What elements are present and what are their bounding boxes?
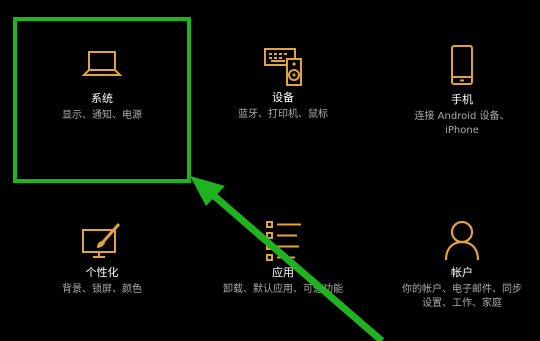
tile-personalization[interactable]: 个性化 背景、锁屏、颜色	[22, 222, 182, 297]
tile-description: 卸载、默认应用、可选功能	[223, 284, 343, 295]
tile-system[interactable]: 系统 显示、通知、电源	[22, 48, 182, 123]
tile-phone[interactable]: 手机 连接 Android 设备、 iPhone	[382, 45, 540, 138]
tile-devices[interactable]: 设备 蓝牙、打印机、鼠标	[203, 45, 363, 122]
tile-apps[interactable]: 应用 卸载、默认应用、可选功能	[203, 218, 363, 297]
apps-list-icon	[266, 221, 301, 261]
laptop-icon	[81, 51, 123, 76]
tile-description: 显示、通知、电源	[62, 110, 142, 121]
tile-description: 背景、锁屏、颜色	[62, 284, 142, 295]
settings-home: 系统 显示、通知、电源 设备 蓝牙、打印机、鼠标 手机 连接 Android 设…	[0, 0, 540, 341]
tile-title: 应用	[272, 266, 294, 279]
tile-title: 个性化	[85, 266, 119, 279]
phone-icon	[451, 45, 473, 85]
tile-description: 蓝牙、打印机、鼠标	[238, 109, 328, 120]
keyboard-speaker-icon	[264, 48, 302, 86]
tile-title: 系统	[91, 92, 113, 105]
paint-monitor-icon	[82, 223, 121, 258]
tile-description-line2: 设置、工作、家庭	[422, 298, 502, 309]
tile-description: 你的帐户、电子邮件、同步	[402, 284, 522, 295]
tile-title: 设备	[272, 91, 294, 104]
person-icon	[444, 220, 480, 261]
tile-description-line2: iPhone	[445, 125, 479, 136]
tile-accounts[interactable]: 帐户 你的帐户、电子邮件、同步 设置、工作、家庭	[382, 218, 540, 311]
tile-description: 连接 Android 设备、	[414, 111, 510, 122]
tile-title: 手机	[451, 93, 473, 106]
tile-title: 帐户	[451, 266, 473, 279]
